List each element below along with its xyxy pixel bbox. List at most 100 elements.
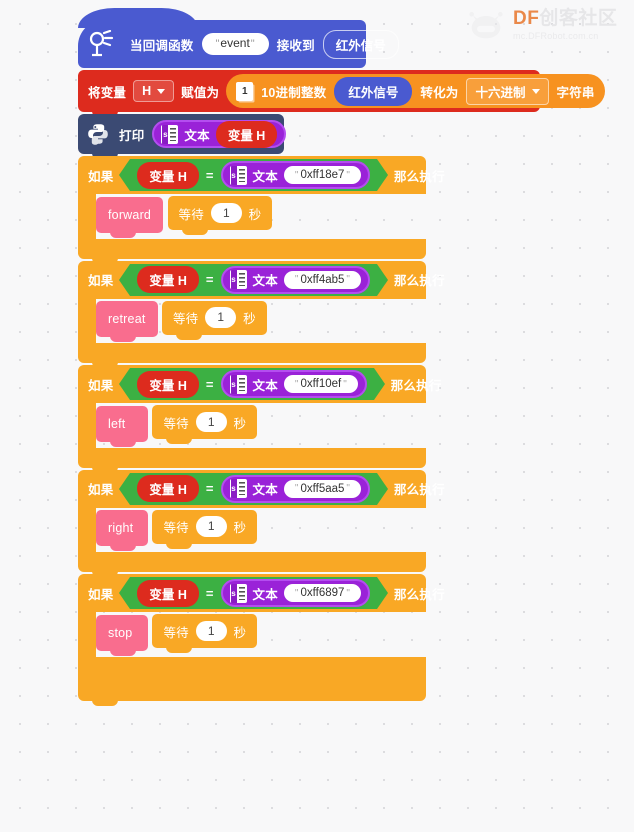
if-body-content[interactable]: forward 等待 1 秒	[96, 194, 273, 239]
variable-reporter[interactable]: 变量 H	[137, 475, 199, 502]
block-notch-bottom	[110, 336, 136, 342]
if-then-block[interactable]: 如果 变量 H = 文本 "0xff18e7" 那么执行 forward	[78, 156, 445, 264]
wait-block[interactable]: 等待 1 秒	[161, 300, 267, 340]
variable-reporter[interactable]: 变量 H	[137, 266, 199, 293]
number-page-icon: 1	[236, 81, 254, 101]
equals-operator: =	[205, 481, 214, 496]
python-icon	[85, 121, 111, 147]
block-notch-top	[110, 196, 136, 202]
text-reporter[interactable]: 文本 "0xff5aa5"	[220, 474, 370, 503]
if-header[interactable]: 如果 变量 H = 文本 "0xff5aa5" 那么执行	[78, 469, 445, 508]
c-block-left-arm	[78, 298, 96, 343]
if-header[interactable]: 如果 变量 H = 文本 "0xff4ab5" 那么执行	[78, 260, 445, 299]
if-body-content[interactable]: left 等待 1 秒	[96, 403, 258, 448]
infrared-signal-reporter[interactable]: 红外信号	[334, 76, 413, 106]
command-label: forward	[108, 207, 152, 222]
variable-reporter[interactable]: 变量 H	[137, 370, 199, 398]
hex-value-field[interactable]: " 0xff18e7 "	[283, 166, 361, 184]
block-notch-bottom	[110, 545, 136, 551]
if-body-content[interactable]: stop 等待 1 秒	[96, 612, 258, 657]
wait-label: 等待	[163, 416, 189, 431]
block-notch-bottom	[181, 229, 208, 235]
wait-duration-field[interactable]: 1	[195, 411, 227, 433]
wait-block[interactable]: 等待 1 秒	[167, 196, 273, 235]
wait-duration-field[interactable]: 1	[195, 516, 227, 537]
convert-to-string-reporter[interactable]: 1 10进制整数 红外信号 转化为 十六进制 字符串	[226, 74, 605, 108]
set-variable-block[interactable]: 将变量 H 赋值为 1 10进制整数 红外信号 转化为 十六进制 字符串	[78, 70, 605, 117]
variable-reporter[interactable]: 变量 H	[137, 579, 199, 607]
wait-block[interactable]: 等待 1 秒	[152, 509, 258, 549]
block-notch-top	[166, 509, 193, 515]
text-string-icon	[229, 165, 247, 185]
text-reporter[interactable]: 文本 "0xff4ab5"	[220, 265, 370, 294]
if-then-block[interactable]: 如果 变量 H = 文本 "0xff10ef" 那么执行 left	[78, 365, 441, 473]
set-variable-label: 将变量	[88, 85, 127, 100]
text-reporter[interactable]: 文本 "0xff18e7"	[220, 161, 370, 189]
hex-value-field[interactable]: " 0xff10ef "	[283, 375, 358, 393]
text-string-icon	[229, 583, 247, 603]
if-body-content[interactable]: right 等待 1 秒	[96, 508, 258, 553]
command-block[interactable]: stop	[96, 614, 148, 656]
equals-condition-block[interactable]: 变量 H = 文本 "0xff5aa5"	[119, 472, 388, 505]
text-label: 文本	[252, 483, 278, 497]
event-hat-block[interactable]: 当回调函数 " event " 接收到 红外信号	[78, 8, 399, 68]
hat-label-mid: 接收到	[276, 38, 315, 53]
command-block[interactable]: retreat	[96, 301, 158, 342]
if-header[interactable]: 如果 变量 H = 文本 "0xff6897" 那么执行	[78, 574, 445, 612]
if-label: 如果	[88, 378, 114, 393]
blockly-workspace[interactable]: DF创客社区 mc.DFRobot.com.cn 当回调函数 " event " 接…	[0, 0, 634, 832]
if-body: left 等待 1 秒	[78, 403, 426, 448]
if-then-block[interactable]: 如果 变量 H = 文本 "0xff5aa5" 那么执行 right	[78, 469, 445, 577]
block-notch-bottom	[110, 231, 136, 238]
chevron-down-icon	[531, 88, 540, 94]
wait-block[interactable]: 等待 1 秒	[152, 405, 258, 444]
equals-condition-block[interactable]: 变量 H = 文本 "0xff6897"	[119, 577, 388, 609]
then-label: 那么执行	[393, 169, 445, 184]
wait-unit-label: 秒	[248, 207, 262, 222]
if-blocks-container[interactable]: 如果 变量 H = 文本 "0xff18e7" 那么执行 forward	[78, 156, 540, 706]
hex-value-field[interactable]: " 0xff5aa5 "	[283, 479, 361, 498]
signal-source-field[interactable]: 红外信号	[322, 29, 399, 59]
event-name-field[interactable]: " event "	[201, 33, 269, 55]
if-then-block[interactable]: 如果 变量 H = 文本 "0xff4ab5" 那么执行 retreat	[78, 260, 445, 368]
variable-reporter[interactable]: 变量 H	[215, 120, 278, 148]
variable-name-value: H	[142, 84, 152, 98]
text-string-icon	[161, 124, 179, 144]
hex-value-field[interactable]: " 0xff4ab5 "	[283, 270, 361, 289]
if-body: stop 等待 1 秒	[78, 612, 426, 657]
variable-name-dropdown[interactable]: H	[133, 80, 175, 102]
command-block[interactable]: right	[96, 510, 148, 551]
block-notch-top	[110, 614, 136, 620]
print-label: 打印	[119, 128, 145, 143]
command-block[interactable]: forward	[96, 196, 164, 238]
wait-duration-field[interactable]: 1	[195, 620, 227, 642]
if-header[interactable]: 如果 变量 H = 文本 "0xff18e7" 那么执行	[78, 156, 445, 194]
block-notch-bottom	[110, 649, 136, 656]
variable-reporter[interactable]: 变量 H	[137, 161, 199, 189]
hex-value-field[interactable]: " 0xff6897 "	[283, 584, 361, 602]
equals-condition-block[interactable]: 变量 H = 文本 "0xff10ef"	[119, 368, 386, 400]
block-notch-top	[166, 614, 193, 619]
text-reporter[interactable]: 文本 "0xff10ef"	[220, 370, 367, 398]
text-join-reporter[interactable]: 文本 变量 H	[152, 120, 287, 148]
if-header[interactable]: 如果 变量 H = 文本 "0xff10ef" 那么执行	[78, 365, 441, 403]
text-label: 文本	[252, 587, 278, 602]
if-body-content[interactable]: retreat 等待 1 秒	[96, 299, 267, 344]
event-name-value: event	[220, 36, 250, 51]
text-reporter[interactable]: 文本 "0xff6897"	[220, 579, 370, 607]
radix-dropdown[interactable]: 十六进制	[466, 77, 549, 105]
command-block[interactable]: left	[96, 405, 148, 447]
equals-condition-block[interactable]: 变量 H = 文本 "0xff18e7"	[119, 159, 388, 191]
block-script-stack[interactable]: 当回调函数 " event " 接收到 红外信号 将变量 H 赋值为 1 10进制整…	[78, 8, 605, 706]
if-then-block[interactable]: 如果 变量 H = 文本 "0xff6897" 那么执行 stop	[78, 574, 445, 706]
wait-duration-field[interactable]: 1	[210, 202, 242, 224]
wait-duration-field[interactable]: 1	[205, 307, 237, 328]
wait-label: 等待	[163, 521, 189, 535]
block-notch-bottom	[166, 438, 193, 444]
equals-condition-block[interactable]: 变量 H = 文本 "0xff4ab5"	[119, 263, 388, 296]
equals-operator: =	[205, 272, 214, 287]
text-string-icon	[229, 374, 247, 394]
print-block[interactable]: 打印 文本 变量 H	[78, 114, 287, 159]
if-footer	[78, 656, 426, 706]
wait-block[interactable]: 等待 1 秒	[152, 614, 258, 653]
